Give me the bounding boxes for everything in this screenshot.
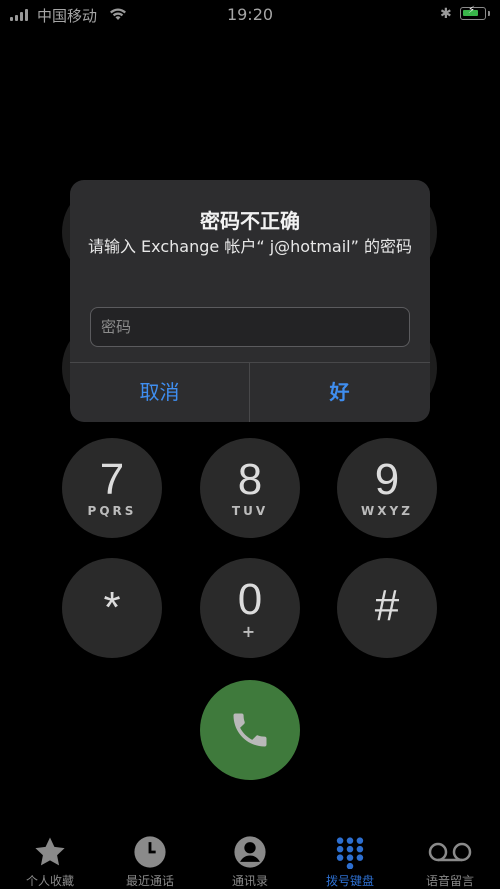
tab-contacts[interactable]: 通讯录 <box>200 818 300 889</box>
tab-keypad[interactable]: 拨号键盘 <box>300 818 400 889</box>
tab-label: 最近通话 <box>125 874 174 888</box>
key-7[interactable]: 7 PQRS <box>62 438 162 538</box>
key-digit: 9 <box>374 455 400 504</box>
tab-recents[interactable]: 最近通话 <box>100 818 200 889</box>
key-digit: 0 <box>237 575 263 624</box>
key-letters: WXYZ <box>361 504 413 518</box>
key-letters: PQRS <box>87 504 137 518</box>
key-digit: * <box>103 583 121 632</box>
key-letters: + <box>241 622 259 641</box>
key-digit: 7 <box>99 455 125 504</box>
key-digit: # <box>374 581 400 630</box>
tab-favorites[interactable]: 个人收藏 <box>0 818 100 889</box>
keypad-icon <box>336 837 364 869</box>
battery-icon: ⚡ <box>460 5 490 20</box>
call-button[interactable] <box>200 680 300 780</box>
tab-label: 个人收藏 <box>25 874 74 888</box>
ok-button[interactable]: 好 <box>250 363 429 422</box>
key-0[interactable]: 0 + <box>200 558 300 658</box>
tab-voicemail[interactable]: 语音留言 <box>400 818 500 889</box>
key-8[interactable]: 8 TUV <box>200 438 300 538</box>
cancel-button[interactable]: 取消 <box>70 363 249 422</box>
tab-label: 拨号键盘 <box>325 874 374 888</box>
status-time: 19:20 <box>226 5 274 24</box>
alert-message: 请输入 Exchange 帐户“ j@hotmail” 的密码 <box>87 237 413 256</box>
incorrect-password-alert: 密码不正确 请输入 Exchange 帐户“ j@hotmail” 的密码 密码… <box>70 180 430 422</box>
tab-label: 语音留言 <box>425 874 474 888</box>
clock-icon <box>134 836 166 868</box>
key-letters: TUV <box>231 504 269 518</box>
voicemail-icon <box>428 842 472 862</box>
password-field[interactable]: 密码 <box>90 307 410 347</box>
bluetooth-icon: ✱ <box>440 6 452 22</box>
alert-title: 密码不正确 <box>200 209 300 233</box>
star-icon <box>35 837 65 866</box>
status-bar: 中国移动 19:20 ✱ ⚡ <box>0 0 500 30</box>
key-hash[interactable]: # <box>337 558 437 658</box>
contact-icon <box>234 836 266 868</box>
key-9[interactable]: 9 WXYZ <box>337 438 437 538</box>
phone-icon <box>233 713 267 747</box>
tab-bar: 个人收藏 最近通话 通讯录 拨号键盘 语音留言 <box>0 818 500 889</box>
tab-label: 通讯录 <box>231 874 268 888</box>
key-star[interactable]: * <box>62 558 162 658</box>
key-digit: 8 <box>237 455 263 504</box>
